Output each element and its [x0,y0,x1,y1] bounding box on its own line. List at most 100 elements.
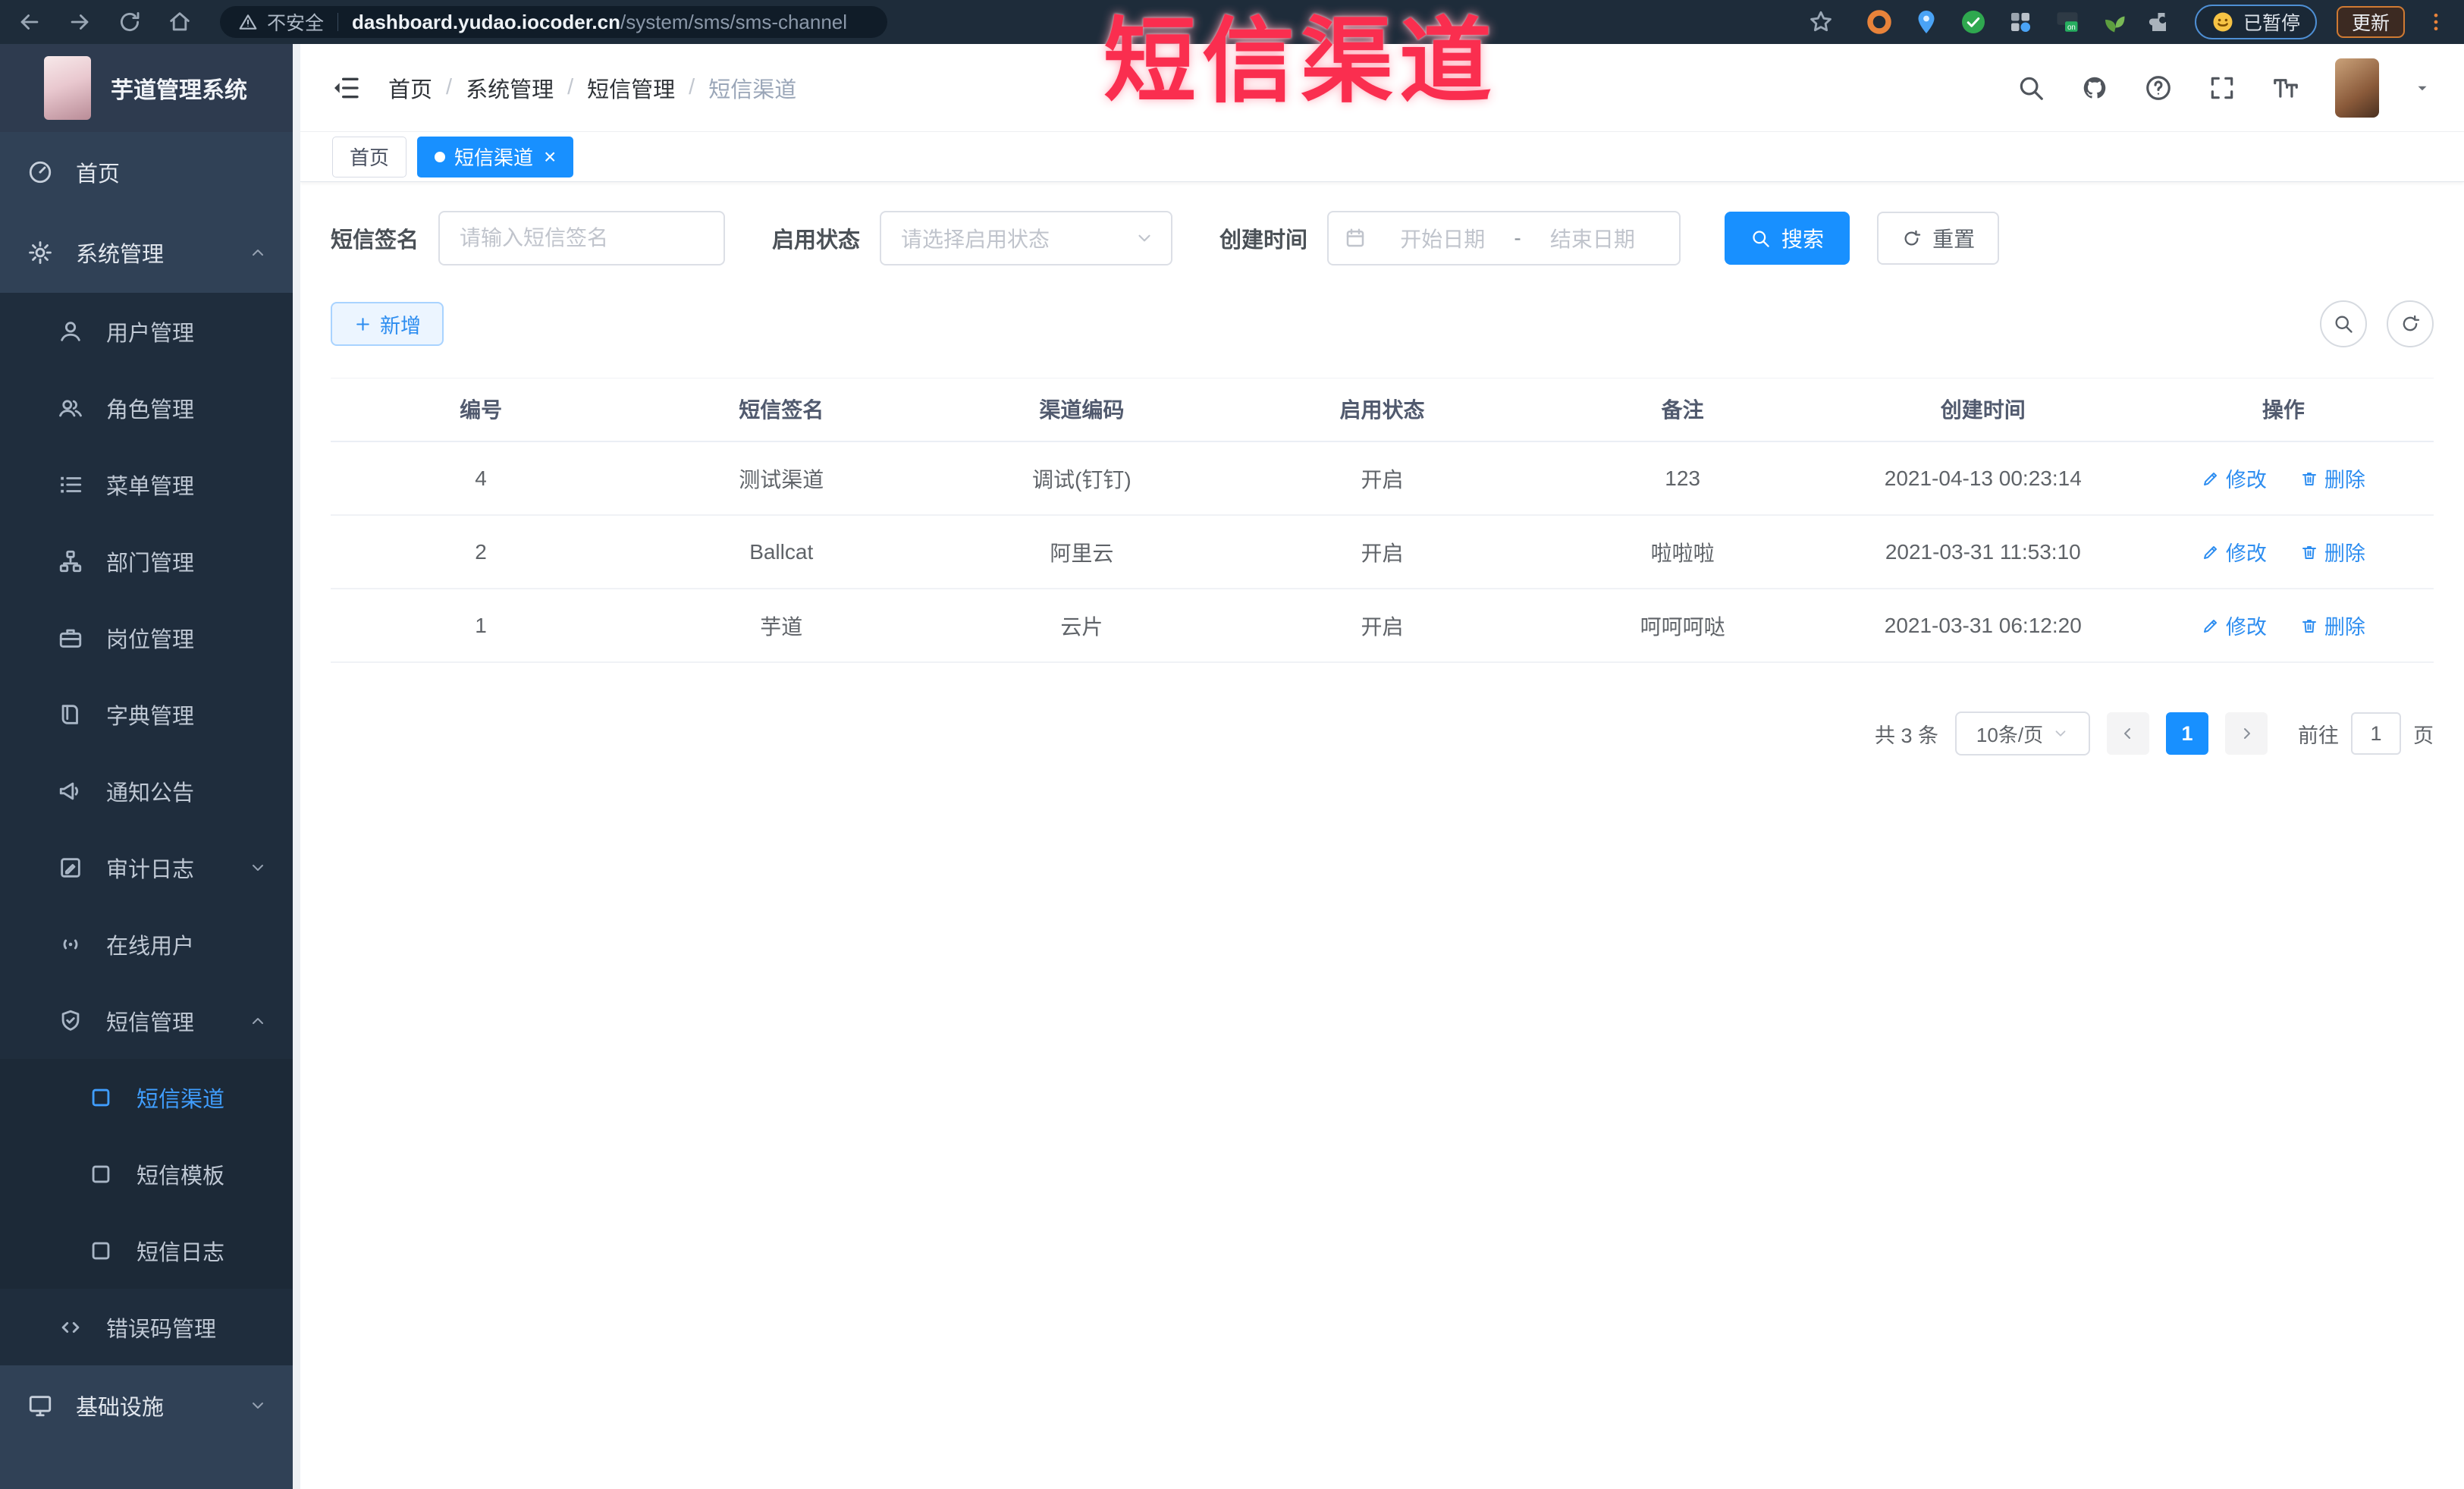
ext-grid-icon[interactable] [2007,8,2034,36]
sidebar-item-dict-mgmt[interactable]: 字典管理 [0,676,300,752]
current-page-button[interactable]: 1 [2166,712,2208,755]
bookmark-star-icon[interactable] [1808,9,1834,35]
edit-link[interactable]: 修改 [2202,611,2267,640]
breadcrumb-item[interactable]: 系统管理 [466,72,554,104]
sidebar-item-home[interactable]: 首页 [0,132,300,212]
address-bar[interactable]: 不安全 dashboard.yudao.iocoder.cn /system/s… [220,6,887,38]
tab-label: 首页 [350,146,390,169]
sidebar-item-sms-channel[interactable]: 短信渠道 [0,1059,300,1136]
sidebar-item-label: 短信管理 [106,1010,195,1035]
browser-menu-kebab-icon[interactable] [2425,11,2447,33]
add-button[interactable]: 新增 [331,302,444,346]
ext-puzzle-icon[interactable] [2148,8,2175,36]
log-icon [58,855,83,881]
cell-actions: 修改 删除 [2133,537,2434,567]
sidebar-item-error-code[interactable]: 错误码管理 [0,1289,300,1365]
ext-green-check-icon[interactable] [1960,8,1987,36]
sidebar-item-sms-template[interactable]: 短信模板 [0,1136,300,1212]
column-header: 启用状态 [1339,398,1425,422]
browser-update-button[interactable]: 更新 [2336,6,2405,38]
tab-close-icon[interactable]: × [544,146,556,168]
filter-form: 短信签名 启用状态 请选择启用状态 创建时间 开始日期 - 结束日期 搜索 [331,211,2434,265]
reset-button[interactable]: 重置 [1877,212,2000,265]
cell-id: 4 [475,466,487,490]
column-header: 编号 [460,398,503,422]
app-title: 芋道管理系统 [111,78,247,103]
square-icon [88,1085,114,1110]
browser-reload-icon[interactable] [117,9,143,35]
column-header: 渠道编码 [1039,398,1125,422]
breadcrumb-item[interactable]: 短信管理 [587,72,675,104]
browser-toolbar: 不安全 dashboard.yudao.iocoder.cn /system/s… [0,0,2464,44]
browser-home-icon[interactable] [167,9,193,35]
refresh-table-button[interactable] [2387,300,2434,347]
date-end-placeholder: 结束日期 [1549,228,1635,251]
sidebar-item-label: 审计日志 [106,857,195,882]
prev-page-button[interactable] [2107,712,2149,755]
search-button[interactable]: 搜索 [1725,212,1850,265]
ext-leaf-icon[interactable] [2101,8,2128,36]
edit-icon [2202,470,2220,488]
browser-back-icon[interactable] [17,9,42,35]
monitor-icon [27,1393,53,1418]
edit-link[interactable]: 修改 [2202,537,2267,567]
edit-link[interactable]: 修改 [2202,463,2267,493]
font-size-icon[interactable] [2271,74,2300,102]
time-filter-label: 创建时间 [1219,228,1308,253]
search-icon[interactable] [2017,74,2045,102]
avatar-caret-down-icon[interactable] [2414,80,2431,96]
breadcrumb-item[interactable]: 首页 [388,72,432,104]
sidebar-item-post-mgmt[interactable]: 岗位管理 [0,599,300,676]
fullscreen-icon[interactable] [2208,74,2236,102]
status-filter-label: 启用状态 [772,228,861,253]
sidebar-item-label: 菜单管理 [106,474,195,499]
sign-filter-input[interactable] [438,211,726,265]
security-warning-icon [238,12,258,32]
sidebar-item-label: 字典管理 [106,704,195,729]
cell-code: 阿里云 [1050,541,1114,565]
column-header: 创建时间 [1940,398,2026,422]
sidebar-item-sms-log[interactable]: 短信日志 [0,1212,300,1289]
delete-link[interactable]: 删除 [2300,463,2365,493]
edit-icon [2202,543,2220,561]
sidebar-logo[interactable]: 芋道管理系统 [0,44,300,132]
goto-page-input[interactable] [2351,712,2401,755]
help-icon[interactable] [2144,74,2173,102]
paused-extension-badge[interactable]: 已暂停 [2194,5,2317,39]
avatar[interactable] [2335,58,2379,118]
sidebar-item-menu-mgmt[interactable]: 菜单管理 [0,446,300,523]
table-toolbar: 新增 [331,300,2434,347]
cell-id: 1 [475,613,487,637]
cell-created: 2021-03-31 06:12:20 [1884,613,2082,637]
cell-remark: 啦啦啦 [1650,541,1715,565]
sidebar-item-system[interactable]: 系统管理 [0,212,300,293]
toggle-search-button[interactable] [2320,300,2367,347]
next-page-button[interactable] [2225,712,2268,755]
date-range-picker[interactable]: 开始日期 - 结束日期 [1327,211,1681,265]
sidebar-item-audit-log[interactable]: 审计日志 [0,829,300,906]
delete-link[interactable]: 删除 [2300,537,2365,567]
status-filter-select[interactable]: 请选择启用状态 [880,211,1173,265]
sidebar-item-infra[interactable]: 基础设施 [0,1365,300,1446]
ext-onoff-icon[interactable]: on [2054,8,2081,36]
table-row: 1 芋道 云片 开启 呵呵呵哒 2021-03-31 06:12:20 修改 删除 [331,589,2434,663]
tab-短信渠道[interactable]: 短信渠道 × [417,136,574,177]
sidebar-item-online-users[interactable]: 在线用户 [0,906,300,982]
delete-link[interactable]: 删除 [2300,611,2365,640]
github-icon[interactable] [2080,74,2109,102]
cell-status: 开启 [1361,614,1404,639]
browser-forward-icon[interactable] [67,9,93,35]
tab-首页[interactable]: 首页 [332,136,407,177]
sidebar-fold-icon[interactable] [331,73,361,103]
sidebar-item-user-mgmt[interactable]: 用户管理 [0,293,300,369]
ext-orange-ring-icon[interactable] [1866,8,1893,36]
cell-created: 2021-04-13 00:23:14 [1884,466,2082,490]
page-content: 短信签名 启用状态 请选择启用状态 创建时间 开始日期 - 结束日期 搜索 [300,182,2464,1489]
plus-icon [353,315,372,334]
sidebar-item-sms-mgmt[interactable]: 短信管理 [0,982,300,1059]
sidebar-item-notice[interactable]: 通知公告 [0,752,300,829]
sidebar-item-dept-mgmt[interactable]: 部门管理 [0,523,300,599]
page-size-select[interactable]: 10条/页 [1955,712,2090,755]
ext-blue-pin-icon[interactable] [1913,8,1940,36]
sidebar-item-role-mgmt[interactable]: 角色管理 [0,369,300,446]
